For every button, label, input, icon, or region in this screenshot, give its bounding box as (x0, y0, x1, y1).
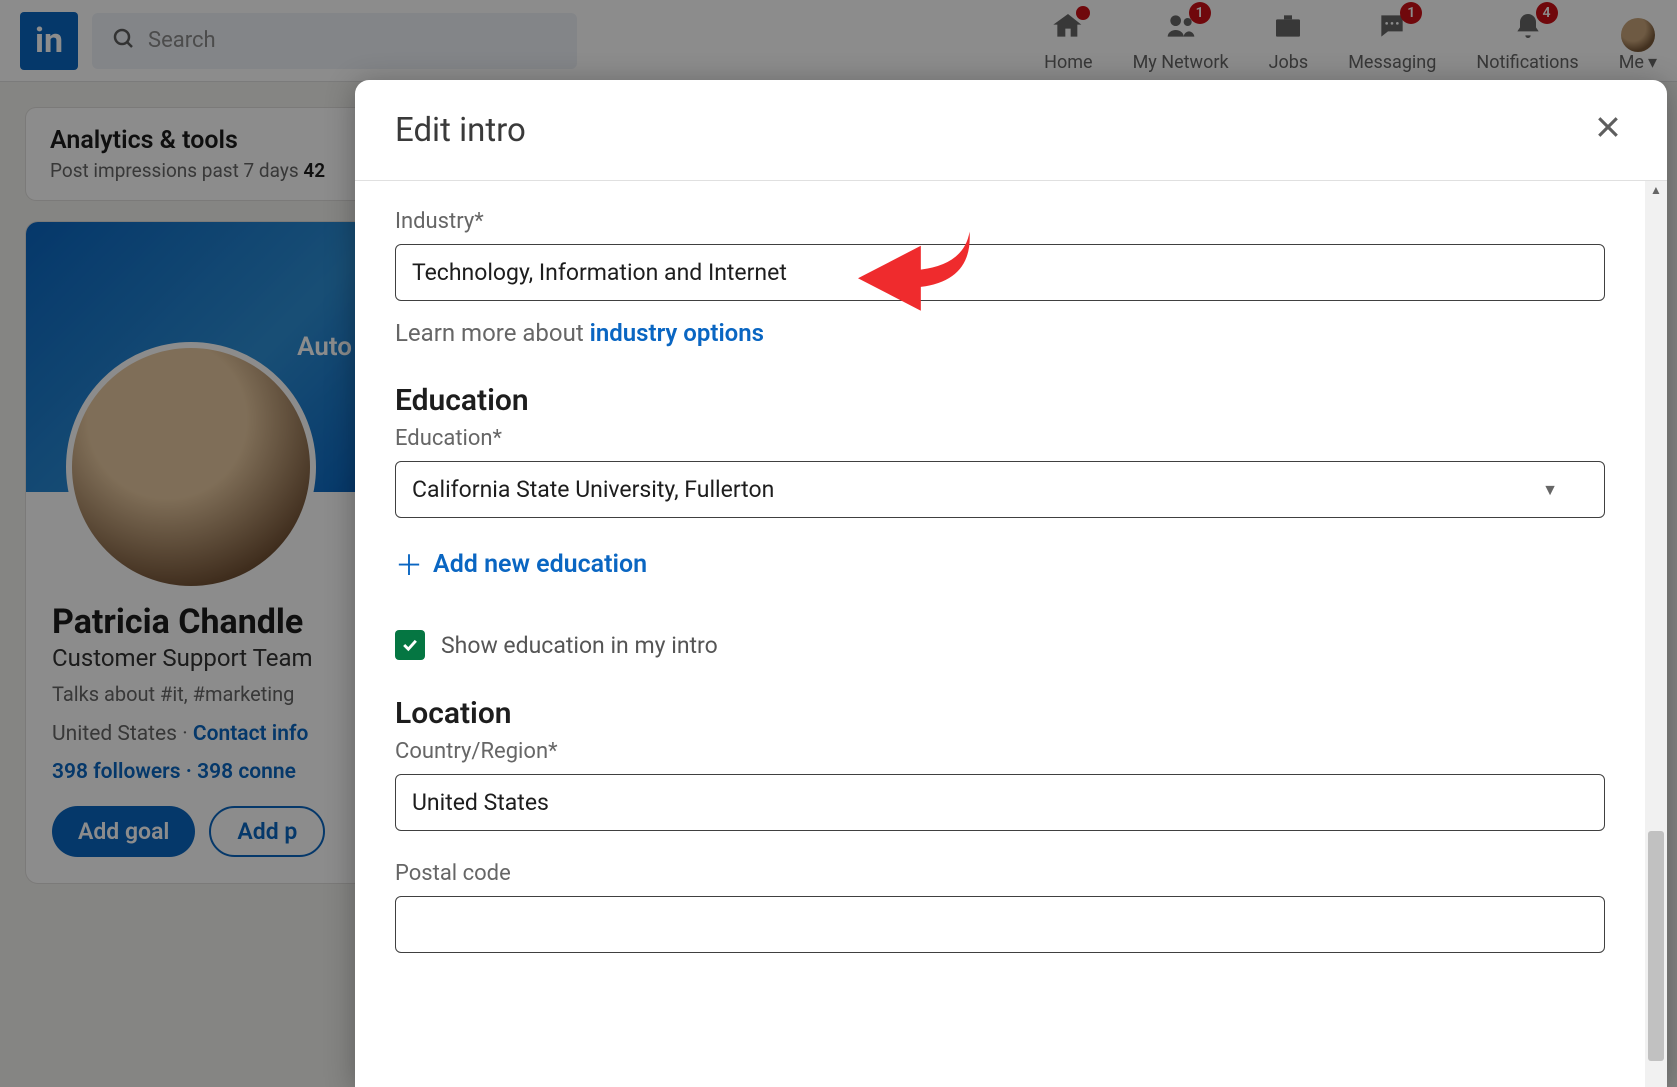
connections-count: 398 conne (197, 760, 296, 784)
separator: · (177, 722, 193, 746)
show-education-checkbox-row: Show education in my intro (395, 630, 1605, 660)
industry-options-link[interactable]: industry options (590, 319, 764, 347)
modal-header: Edit intro (355, 80, 1667, 181)
analytics-subtitle: Post impressions past 7 days 42 (50, 159, 342, 182)
contact-info-link[interactable]: Contact info (193, 722, 308, 746)
profile-location: United States (52, 722, 177, 746)
nav-messaging-badge: 1 (1400, 2, 1422, 24)
close-icon[interactable] (1589, 108, 1627, 152)
analytics-title: Analytics & tools (50, 126, 342, 155)
industry-input[interactable] (395, 244, 1605, 301)
industry-label: Industry* (395, 209, 1605, 234)
add-education-label: Add new education (433, 550, 647, 579)
nav-network-badge: 1 (1189, 2, 1211, 24)
profile-avatar[interactable] (66, 342, 316, 592)
annotation-arrow-icon (845, 215, 975, 339)
postal-code-label: Postal code (395, 861, 1605, 886)
linkedin-logo[interactable]: in (20, 12, 78, 70)
nav-home[interactable]: Home (1044, 10, 1092, 73)
nav-label: Jobs (1269, 52, 1309, 73)
search-icon (112, 27, 136, 55)
nav-jobs[interactable]: Jobs (1269, 10, 1309, 73)
analytics-count: 42 (303, 159, 325, 182)
search-input[interactable] (92, 13, 577, 69)
cover-photo[interactable]: Auto (26, 222, 366, 492)
profile-name: Patricia Chandle (52, 602, 340, 642)
plus-icon: ＋ (395, 544, 423, 584)
edit-intro-modal: Edit intro Industry* Learn more about in… (355, 80, 1667, 1087)
nav-me-label: Me (1619, 52, 1644, 73)
nav-network[interactable]: 1 My Network (1133, 10, 1229, 73)
education-label: Education* (395, 426, 1605, 451)
top-navbar: in Home 1 My Network Jobs (0, 0, 1677, 82)
search-wrap (92, 13, 577, 69)
bell-icon: 4 (1512, 10, 1544, 48)
analytics-card[interactable]: Analytics & tools Post impressions past … (26, 108, 366, 200)
add-new-education-button[interactable]: ＋ Add new education (395, 544, 1605, 584)
industry-helper: Learn more about industry options (395, 319, 1605, 347)
message-icon: 1 (1376, 10, 1408, 48)
nav-me[interactable]: Me ▾ (1619, 18, 1657, 73)
postal-code-input[interactable] (395, 896, 1605, 953)
add-profile-section-button[interactable]: Add p (209, 806, 325, 857)
scroll-thumb[interactable] (1648, 831, 1664, 1061)
nav-items: Home 1 My Network Jobs 1 Messaging (1044, 0, 1657, 81)
profile-stats[interactable]: 398 followers · 398 conne (52, 760, 340, 784)
nav-notifications[interactable]: 4 Notifications (1476, 10, 1578, 73)
nav-label: Home (1044, 52, 1092, 73)
analytics-subtitle-text: Post impressions past 7 days (50, 159, 303, 182)
nav-label: My Network (1133, 52, 1229, 73)
show-education-checkbox[interactable] (395, 630, 425, 660)
education-value: California State University, Fullerton (412, 476, 774, 503)
separator: · (181, 760, 198, 784)
country-input[interactable] (395, 774, 1605, 831)
profile-card: Auto Patricia Chandle Customer Support T… (26, 222, 366, 883)
show-education-label: Show education in my intro (441, 632, 718, 659)
country-label: Country/Region* (395, 739, 1605, 764)
scroll-up-icon[interactable]: ▲ (1645, 183, 1667, 197)
modal-body: Industry* Learn more about industry opti… (355, 181, 1645, 1087)
followers-count: 398 followers (52, 760, 181, 784)
add-goal-button[interactable]: Add goal (52, 806, 195, 857)
nav-messaging[interactable]: 1 Messaging (1348, 10, 1436, 73)
avatar-icon (1621, 18, 1655, 52)
profile-location-row: United States · Contact info (52, 722, 340, 746)
education-select[interactable]: California State University, Fullerton ▼ (395, 461, 1605, 518)
nav-notifications-badge: 4 (1536, 2, 1558, 24)
profile-talks: Talks about #it, #marketing (52, 682, 340, 706)
nav-label: Notifications (1476, 52, 1578, 73)
modal-title: Edit intro (395, 111, 526, 150)
chevron-down-icon: ▾ (1648, 52, 1657, 73)
briefcase-icon (1272, 10, 1304, 48)
location-heading: Location (395, 696, 1605, 731)
cover-text: Auto (297, 332, 352, 362)
profile-headline: Customer Support Team (52, 644, 340, 672)
education-heading: Education (395, 383, 1605, 418)
scrollbar[interactable]: ▲ (1645, 181, 1667, 1087)
chevron-down-icon: ▼ (1542, 480, 1558, 500)
nav-label: Messaging (1348, 52, 1436, 73)
people-icon: 1 (1165, 10, 1197, 48)
nav-home-badge (1076, 6, 1090, 20)
home-icon (1052, 10, 1084, 48)
helper-prefix: Learn more about (395, 319, 590, 347)
